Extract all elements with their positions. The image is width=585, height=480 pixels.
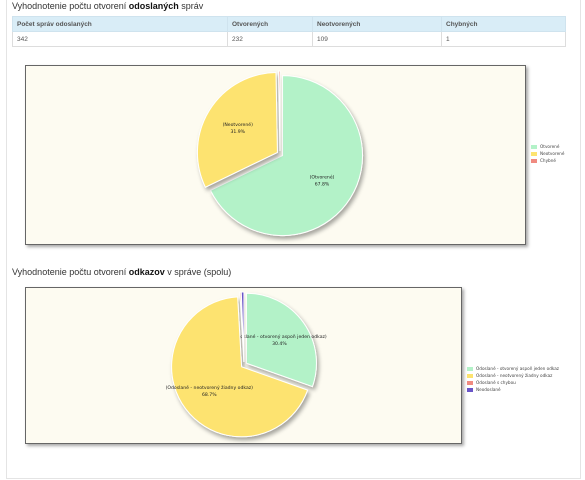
table-header-row: Počet správ odoslaných Otvorených Neotvo… bbox=[12, 16, 566, 32]
legend-swatch bbox=[531, 151, 537, 156]
column-header-unopened: Neotvorených bbox=[312, 16, 442, 32]
legend-swatch bbox=[467, 387, 473, 392]
slice-label-1: (Odoslané - neotvorený žiadny odkaz) bbox=[166, 384, 254, 391]
slice-percent-0: 67.8% bbox=[315, 181, 330, 187]
section-heading-links: Vyhodnotenie počtu otvorení odkazov v sp… bbox=[12, 267, 231, 277]
heading-suffix: správ bbox=[178, 1, 204, 11]
legend-label: Odoslané s chybou bbox=[476, 380, 516, 385]
legend-item-1: Neotvorené bbox=[531, 150, 564, 157]
legend-item-2: Chybné bbox=[531, 157, 564, 164]
legend-swatch bbox=[531, 158, 537, 163]
legend-label: Odoslané - neotvorený žiadny odkaz bbox=[476, 373, 553, 378]
column-header-errors: Chybných bbox=[441, 16, 566, 32]
section-heading-sent-messages: Vyhodnotenie počtu otvorení odoslaných s… bbox=[12, 1, 203, 11]
opened-messages-pie-chart: (Otvorené) 67.8% (Neotvorené) 31.9% bbox=[25, 65, 526, 245]
legend-label: Neodoslané bbox=[476, 387, 501, 392]
column-header-total-sent: Počet správ odoslaných bbox=[12, 16, 228, 32]
legend-swatch bbox=[467, 366, 473, 371]
slice-label-0: (Otvorené) bbox=[310, 173, 335, 180]
sent-messages-stats-table: Počet správ odoslaných Otvorených Neotvo… bbox=[12, 16, 566, 47]
pie-chart-svg: (Odoslané - otvorený aspoň jeden odkaz)3… bbox=[166, 291, 327, 438]
legend-label: Odoslané - otvorený aspoň jeden odkaz bbox=[476, 366, 559, 371]
opened-links-pie-chart: (Odoslané - otvorený aspoň jeden odkaz) 3… bbox=[25, 287, 462, 444]
legend-label: Neotvorené bbox=[540, 151, 565, 156]
legend-item-2: Odoslané s chybou bbox=[467, 379, 559, 386]
heading-bold: odoslaných bbox=[128, 1, 179, 11]
pie-slice-2 bbox=[277, 70, 281, 152]
slice-percent-0: 30.4% bbox=[272, 341, 287, 347]
cell-unopened: 109 bbox=[312, 31, 442, 47]
slice-percent-1: 68.7% bbox=[202, 392, 217, 398]
legend-item-3: Neodoslané bbox=[467, 386, 559, 393]
slice-label-0: (Odoslané - otvorený aspoň jeden odkaz) bbox=[232, 333, 327, 340]
legend-item-0: Odoslané - otvorený aspoň jeden odkaz bbox=[467, 365, 559, 372]
legend-swatch bbox=[467, 380, 473, 385]
legend-swatch bbox=[467, 373, 473, 378]
heading-prefix: Vyhodnotenie počtu otvorení bbox=[12, 267, 129, 277]
heading-prefix: Vyhodnotenie počtu otvorení bbox=[12, 1, 129, 11]
legend-swatch bbox=[531, 144, 537, 149]
heading-bold: odkazov bbox=[128, 267, 165, 277]
pie-legend-messages: Otvorené Neotvorené Chybné bbox=[531, 143, 564, 164]
pie-chart-svg: (Otvorené)67.8% (Neotvorené)31.9% bbox=[196, 70, 364, 237]
heading-suffix: v správe (spolu) bbox=[164, 267, 232, 277]
slice-label-1: (Neotvorené) bbox=[223, 121, 254, 128]
legend-item-1: Odoslané - neotvorený žiadny odkaz bbox=[467, 372, 559, 379]
cell-total-sent: 342 bbox=[12, 31, 228, 47]
slice-percent-1: 31.9% bbox=[230, 129, 245, 135]
table-row: 342 232 109 1 bbox=[12, 31, 566, 47]
pie-legend-links: Odoslané - otvorený aspoň jeden odkaz Odo… bbox=[467, 365, 559, 393]
cell-opened: 232 bbox=[227, 31, 313, 47]
legend-label: Otvorené bbox=[540, 144, 560, 149]
cell-errors: 1 bbox=[441, 31, 566, 47]
legend-item-0: Otvorené bbox=[531, 143, 564, 150]
column-header-opened: Otvorených bbox=[227, 16, 313, 32]
legend-label: Chybné bbox=[540, 158, 556, 163]
